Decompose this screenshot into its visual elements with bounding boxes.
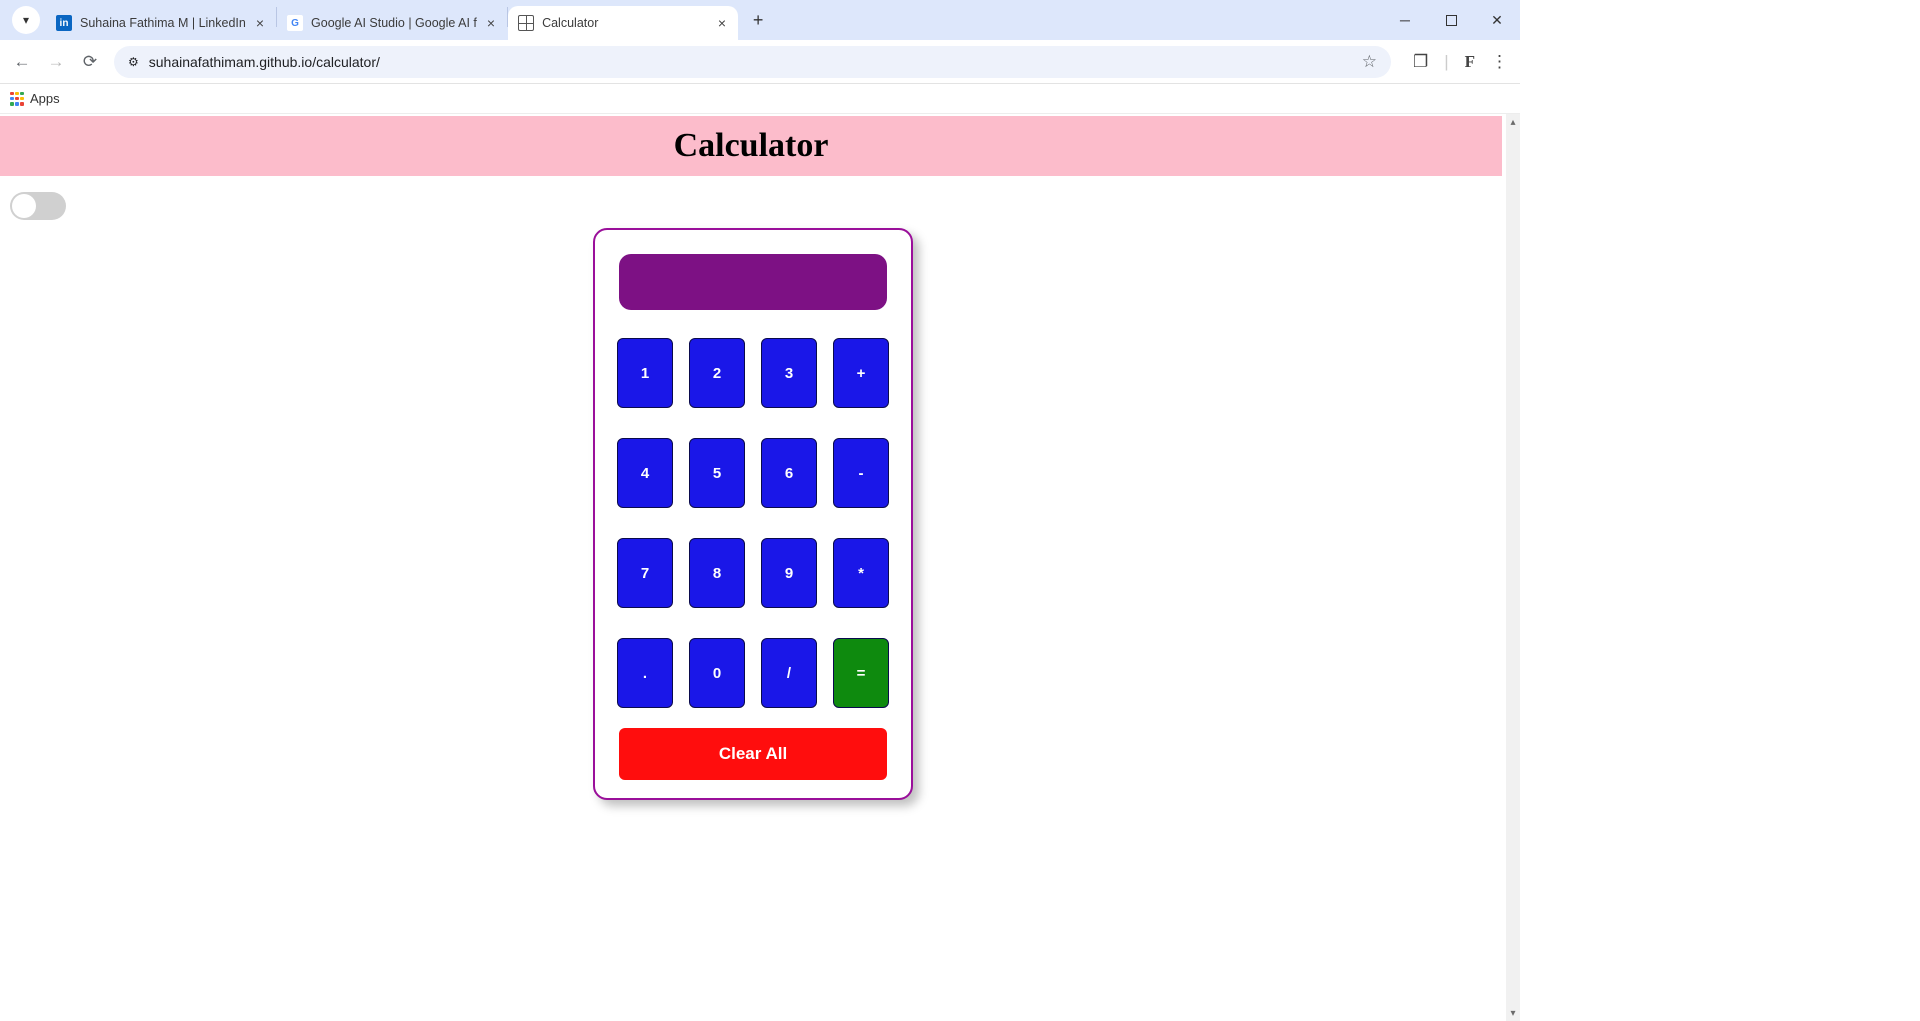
page-content: Calculator 1 2 3 + 4 5 6 - 7 8 9 * . 0 (0, 114, 1506, 1021)
key-multiply[interactable]: * (833, 538, 889, 608)
tab-title: Calculator (542, 16, 708, 30)
key-4[interactable]: 4 (617, 438, 673, 508)
key-2[interactable]: 2 (689, 338, 745, 408)
plus-icon: + (753, 10, 764, 31)
page-title: Calculator (674, 127, 829, 165)
tab-google-ai[interactable]: G Google AI Studio | Google AI f × (277, 6, 507, 40)
key-plus[interactable]: + (833, 338, 889, 408)
key-3[interactable]: 3 (761, 338, 817, 408)
back-button[interactable]: ← (12, 52, 32, 72)
bookmarks-bar: Apps (0, 84, 1520, 114)
tab-strip: ▾ in Suhaina Fathima M | LinkedIn × G Go… (0, 0, 1520, 40)
key-7[interactable]: 7 (617, 538, 673, 608)
site-info-icon[interactable]: ⚙ (128, 55, 139, 69)
tab-linkedin[interactable]: in Suhaina Fathima M | LinkedIn × (46, 6, 276, 40)
tab-title: Google AI Studio | Google AI f (311, 16, 477, 30)
linkedin-icon: in (56, 15, 72, 31)
maximize-button[interactable] (1428, 0, 1474, 40)
kebab-menu-icon[interactable]: ⋮ (1491, 52, 1508, 72)
tab-calculator[interactable]: Calculator × (508, 6, 738, 40)
theme-toggle[interactable] (10, 192, 66, 220)
apps-grid-icon[interactable] (10, 92, 24, 106)
calculator-display[interactable] (619, 254, 887, 310)
tab-title: Suhaina Fathima M | LinkedIn (80, 16, 246, 30)
browser-chrome: ▾ in Suhaina Fathima M | LinkedIn × G Go… (0, 0, 1520, 114)
google-icon: G (287, 15, 303, 31)
toggle-knob (12, 194, 36, 218)
calculator-keypad: 1 2 3 + 4 5 6 - 7 8 9 * . 0 / = (619, 338, 887, 708)
page-viewport: Calculator 1 2 3 + 4 5 6 - 7 8 9 * . 0 (0, 114, 1520, 1021)
url-text: suhainafathimam.github.io/calculator/ (149, 54, 380, 70)
profile-button[interactable]: F (1465, 52, 1475, 72)
globe-icon (518, 15, 534, 31)
key-equals[interactable]: = (833, 638, 889, 708)
minimize-button[interactable]: ─ (1382, 0, 1428, 40)
key-6[interactable]: 6 (761, 438, 817, 508)
square-icon (1446, 15, 1457, 26)
key-8[interactable]: 8 (689, 538, 745, 608)
bookmark-apps[interactable]: Apps (30, 91, 60, 106)
vertical-scrollbar[interactable]: ▴ ▾ (1506, 114, 1520, 1021)
reload-button[interactable]: ⟳ (80, 52, 100, 72)
toolbar-right: ❐ | F ⋮ (1413, 52, 1508, 72)
forward-button[interactable]: → (46, 52, 66, 72)
page-header: Calculator (0, 116, 1502, 176)
key-divide[interactable]: / (761, 638, 817, 708)
close-icon[interactable]: × (716, 15, 728, 31)
address-bar[interactable]: ⚙ suhainafathimam.github.io/calculator/ … (114, 46, 1391, 78)
key-0[interactable]: 0 (689, 638, 745, 708)
toolbar: ← → ⟳ ⚙ suhainafathimam.github.io/calcul… (0, 40, 1520, 84)
scroll-down-arrow-icon[interactable]: ▾ (1506, 1005, 1520, 1021)
separator: | (1444, 52, 1448, 72)
clear-all-button[interactable]: Clear All (619, 728, 887, 780)
tab-search-menu[interactable]: ▾ (12, 6, 40, 34)
key-9[interactable]: 9 (761, 538, 817, 608)
key-dot[interactable]: . (617, 638, 673, 708)
window-controls: ─ ✕ (1382, 0, 1520, 40)
calculator: 1 2 3 + 4 5 6 - 7 8 9 * . 0 / = Clear Al… (593, 228, 913, 800)
key-5[interactable]: 5 (689, 438, 745, 508)
close-icon[interactable]: × (254, 15, 266, 31)
close-window-button[interactable]: ✕ (1474, 0, 1520, 40)
scroll-track[interactable] (1506, 130, 1520, 1005)
key-minus[interactable]: - (833, 438, 889, 508)
scroll-up-arrow-icon[interactable]: ▴ (1506, 114, 1520, 130)
extensions-icon[interactable]: ❐ (1413, 52, 1428, 72)
key-1[interactable]: 1 (617, 338, 673, 408)
chevron-down-icon: ▾ (23, 13, 29, 27)
close-icon[interactable]: × (485, 15, 497, 31)
star-icon[interactable]: ☆ (1362, 52, 1377, 72)
new-tab-button[interactable]: + (744, 6, 772, 34)
